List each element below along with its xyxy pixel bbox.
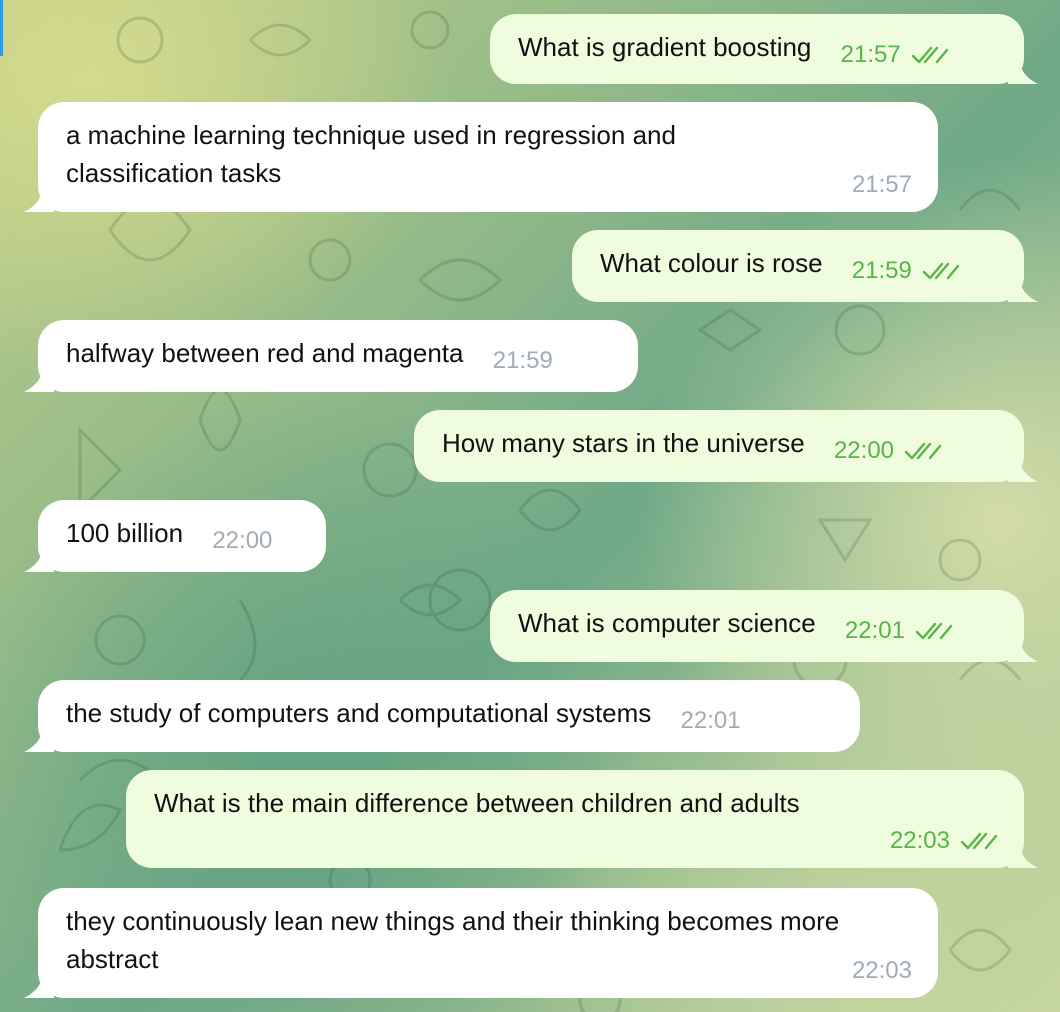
message-text: How many stars in the universe <box>442 428 805 458</box>
message-text: 100 billion <box>66 518 184 548</box>
left-edge-accent <box>0 0 3 56</box>
double-check-icon <box>922 262 960 280</box>
double-check-icon <box>915 622 953 640</box>
message-time: 22:03 <box>889 827 950 854</box>
message-time: 21:57 <box>840 41 901 68</box>
message-bubble-incoming[interactable]: they continuously lean new things and th… <box>38 888 938 998</box>
message-bubble-outgoing[interactable]: What is gradient boosting 21:57 <box>490 14 1024 84</box>
message-bubble-incoming[interactable]: a machine learning technique used in reg… <box>38 102 938 212</box>
message-time: 22:01 <box>844 617 905 644</box>
message-bubble-incoming[interactable]: 100 billion 22:00 <box>38 500 326 572</box>
double-check-icon <box>904 442 942 460</box>
double-check-icon <box>960 832 998 850</box>
message-time: 21:59 <box>492 347 553 374</box>
message-text: What colour is rose <box>600 248 823 278</box>
message-bubble-incoming[interactable]: the study of computers and computational… <box>38 680 860 752</box>
message-bubble-outgoing[interactable]: What colour is rose 21:59 <box>572 230 1024 302</box>
message-bubble-outgoing[interactable]: What is the main difference between chil… <box>126 770 1024 868</box>
message-time: 21:57 <box>851 171 912 198</box>
message-text: a machine learning technique used in reg… <box>66 120 684 188</box>
message-bubble-outgoing[interactable]: What is computer science 22:01 <box>490 590 1024 662</box>
message-text: they continuously lean new things and th… <box>66 906 847 974</box>
message-time: 22:01 <box>680 707 741 734</box>
message-time: 22:00 <box>833 437 895 464</box>
double-check-icon <box>911 46 948 64</box>
message-text: halfway between red and magenta <box>66 338 464 368</box>
message-text: What is computer science <box>518 608 816 638</box>
message-text: the study of computers and computational… <box>66 698 652 728</box>
message-time: 21:59 <box>851 257 912 284</box>
message-time: 22:00 <box>212 527 273 554</box>
message-bubble-outgoing[interactable]: How many stars in the universe 22:00 <box>414 410 1024 482</box>
message-text: What is the main difference between chil… <box>154 788 800 818</box>
message-time: 22:03 <box>851 957 912 984</box>
message-text: What is gradient boosting <box>518 32 812 62</box>
message-bubble-incoming[interactable]: halfway between red and magenta 21:59 <box>38 320 638 392</box>
